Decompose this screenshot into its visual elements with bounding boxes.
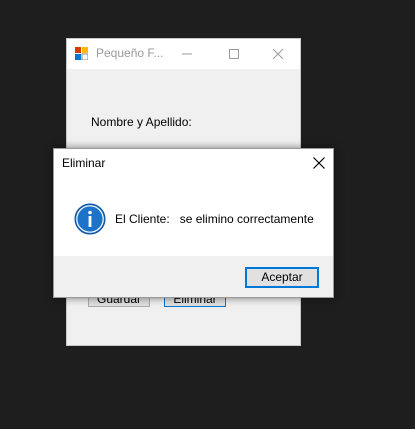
dialog-footer: Aceptar: [54, 256, 333, 297]
maximize-button[interactable]: [212, 39, 256, 69]
desktop: Pequeño F... Nombre y Apellido: Guardar …: [0, 0, 415, 429]
close-icon: [313, 157, 325, 169]
message-dialog: Eliminar El Cliente: se elimino correcta…: [53, 148, 334, 298]
parent-close-button[interactable]: [256, 39, 300, 69]
dialog-close-button[interactable]: [306, 151, 332, 175]
info-icon: [74, 203, 106, 235]
nombre-apellido-label: Nombre y Apellido:: [91, 115, 192, 129]
aceptar-button[interactable]: Aceptar: [245, 267, 319, 288]
dialog-message: El Cliente: se elimino correctamente: [115, 212, 314, 226]
maximize-icon: [229, 49, 239, 59]
app-icon: [75, 47, 88, 60]
dialog-title: Eliminar: [62, 156, 106, 170]
parent-window-title: Pequeño F...: [96, 46, 164, 60]
minimize-button[interactable]: [165, 39, 209, 69]
close-icon: [273, 49, 283, 59]
parent-titlebar[interactable]: Pequeño F...: [67, 39, 300, 69]
minimize-icon: [182, 53, 192, 55]
